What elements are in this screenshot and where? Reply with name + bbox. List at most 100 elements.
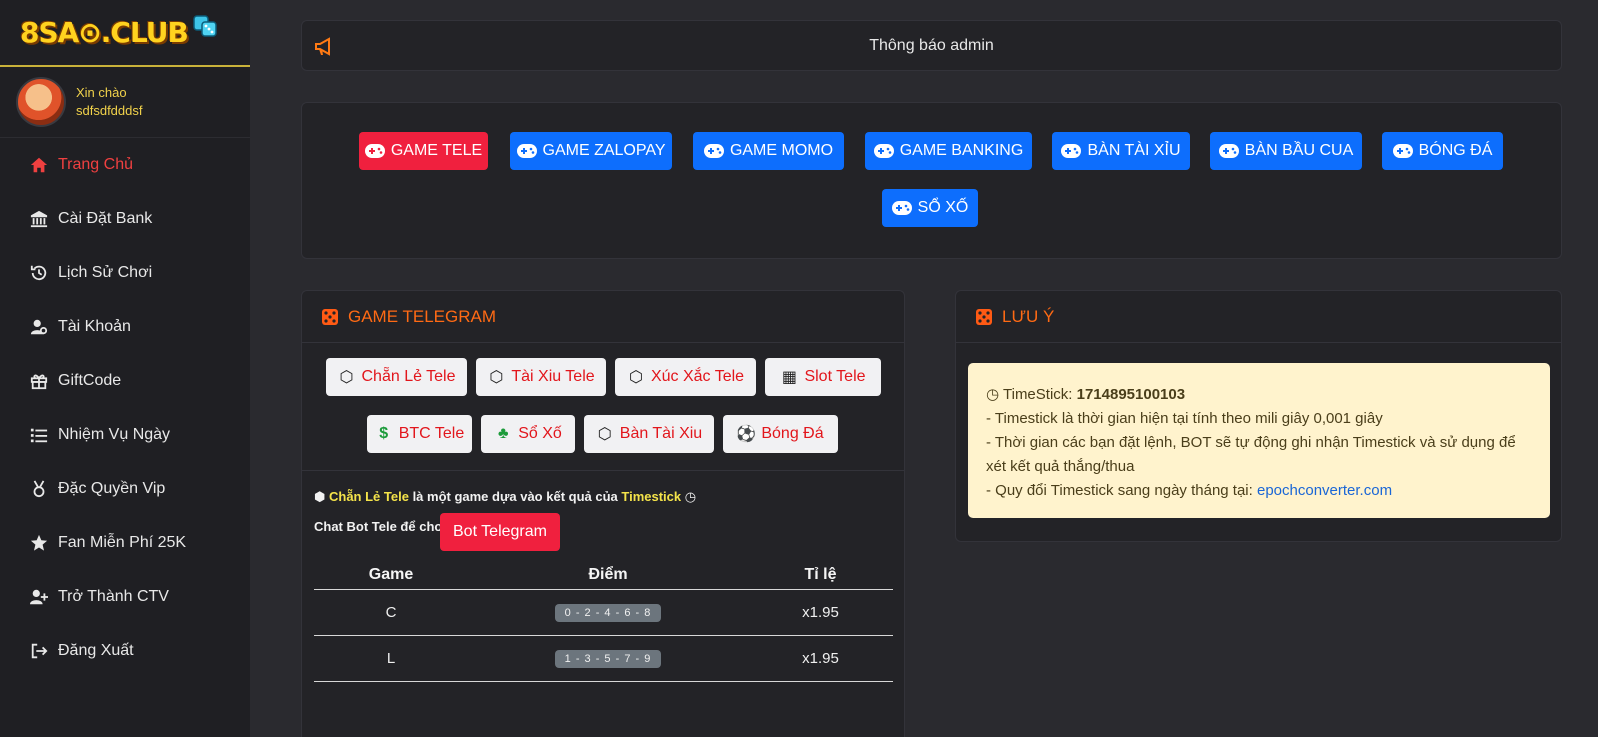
note-line-2: - Thời gian các bạn đặt lệnh, BOT sẽ tự … xyxy=(986,434,1516,475)
star-icon xyxy=(28,533,50,553)
greeting-text: Xin chào xyxy=(76,85,127,100)
logout-icon xyxy=(28,641,50,661)
game-cell: L xyxy=(314,635,468,682)
sidebar-item-label: Lịch Sử Chơi xyxy=(58,264,153,281)
bot-telegram-button[interactable]: Bot Telegram xyxy=(440,513,560,551)
divider xyxy=(302,470,904,471)
sidebar-item-label: Cài Đặt Bank xyxy=(58,210,153,227)
gift-icon xyxy=(28,371,50,391)
timestick-note: ◷ TimeStick: 1714895100103 - Timestick l… xyxy=(968,363,1550,518)
sidebar-item-label: Tài Khoản xyxy=(58,318,131,335)
chip-label: Xúc Xắc Tele xyxy=(650,368,745,385)
button-label: SỔ XỐ xyxy=(917,199,969,216)
chip-tai-xiu-tele[interactable]: ⬡ Tài Xiu Tele xyxy=(476,358,606,396)
sidebar-item-ctv[interactable]: Trở Thành CTV xyxy=(0,570,250,624)
admin-notice: Thông báo admin xyxy=(301,20,1562,71)
game-tele-button[interactable]: GAME TELE xyxy=(359,132,488,170)
game-momo-button[interactable]: GAME MOMO xyxy=(693,132,844,170)
button-label: GAME MOMO xyxy=(729,142,834,159)
button-label: GAME BANKING xyxy=(899,142,1024,159)
chat-bot-text: Chat Bot Tele để chơi xyxy=(314,519,448,534)
points-cell: 0 - 2 - 4 - 6 - 8 xyxy=(468,589,748,636)
chip-bong-da[interactable]: ⚽ Bóng Đá xyxy=(723,415,838,453)
gamepad-icon xyxy=(1218,144,1239,158)
dice-icon xyxy=(976,308,992,325)
sidebar-item-logout[interactable]: Đăng Xuất xyxy=(0,624,250,678)
chip-slot-tele[interactable]: ▦ Slot Tele xyxy=(765,358,881,396)
sidebar: 8SA⊙.CLUB Xin chào sdfsdfdddsf Trang Chủ… xyxy=(0,0,250,737)
timestick-value: 1714895100103 xyxy=(1076,386,1186,403)
chip-label: Tài Xiu Tele xyxy=(511,368,595,385)
chip-label: BTC Tele xyxy=(398,425,465,442)
chip-so-xo[interactable]: ♣ Sổ Xố xyxy=(481,415,575,453)
avatar[interactable] xyxy=(16,77,66,127)
gamepad-icon xyxy=(873,144,894,158)
sidebar-item-label: GiftCode xyxy=(58,372,122,389)
stopwatch-icon: ◷ xyxy=(684,489,697,504)
chip-label: Bóng Đá xyxy=(761,425,824,442)
button-label: BÀN BẦU CUA xyxy=(1244,142,1354,159)
soccer-icon: ⚽ xyxy=(736,426,757,443)
notice-title: Thông báo admin xyxy=(869,37,994,54)
bong-da-button[interactable]: BÓNG ĐÁ xyxy=(1382,132,1503,170)
epochconverter-link[interactable]: epochconverter.com xyxy=(1257,482,1392,499)
bank-icon xyxy=(28,209,50,229)
game-mode-buttons: GAME TELE GAME ZALOPAY GAME MOMO GAME BA… xyxy=(301,102,1562,259)
chip-ban-tai-xiu[interactable]: ⬡ Bàn Tài Xiu xyxy=(584,415,714,453)
button-label: BÓNG ĐÁ xyxy=(1418,142,1493,159)
sidebar-item-label: Đặc Quyền Vip xyxy=(58,480,166,497)
gamepad-icon xyxy=(1061,144,1082,158)
dollar-icon: $ xyxy=(379,425,389,442)
card-title: GAME TELEGRAM xyxy=(348,306,496,326)
sidebar-nav: Trang Chủ Cài Đặt Bank Lịch Sử Chơi Tài … xyxy=(0,138,250,678)
sidebar-item-daily-tasks[interactable]: Nhiệm Vụ Ngày xyxy=(0,408,250,462)
chip-chan-le-tele[interactable]: ⬡ Chẵn Lẻ Tele xyxy=(326,358,467,396)
button-label: GAME TELE xyxy=(390,142,483,159)
sidebar-item-label: Trang Chủ xyxy=(58,156,133,173)
desc-text: là một game dựa vào kết quả của xyxy=(412,489,618,504)
rate-cell: x1.95 xyxy=(748,635,893,682)
card-title: LƯU Ý xyxy=(1002,306,1055,326)
sidebar-item-vip[interactable]: Đặc Quyền Vip xyxy=(0,462,250,516)
chip-label: Slot Tele xyxy=(804,368,866,385)
dice-icon: ⬡ xyxy=(489,369,504,386)
gamepad-icon xyxy=(364,144,385,158)
gamepad-icon xyxy=(891,201,912,215)
chip-btc-tele[interactable]: $ BTC Tele xyxy=(367,415,472,453)
table-row: L 1 - 3 - 5 - 7 - 9 x1.95 xyxy=(314,635,893,682)
gamepad-icon xyxy=(1392,144,1413,158)
sidebar-item-home[interactable]: Trang Chủ xyxy=(0,138,250,192)
user-plus-icon xyxy=(28,587,50,607)
sidebar-item-giftcode[interactable]: GiftCode xyxy=(0,354,250,408)
ban-tai-xiu-button[interactable]: BÀN TÀI XỈU xyxy=(1052,132,1190,170)
column-header: Điểm xyxy=(468,561,748,590)
chip-label: Chẵn Lẻ Tele xyxy=(361,368,456,385)
sidebar-item-label: Trở Thành CTV xyxy=(58,588,169,605)
game-banking-button[interactable]: GAME BANKING xyxy=(865,132,1032,170)
sidebar-item-account[interactable]: Tài Khoản xyxy=(0,300,250,354)
so-xo-button[interactable]: SỔ XỐ xyxy=(882,189,978,227)
timestick-line: ◷ TimeStick: 1714895100103 xyxy=(986,383,1532,407)
rate-table: Game Điểm Tỉ lệ C 0 - 2 - 4 - 6 - 8 x1.9… xyxy=(314,561,893,682)
button-label: GAME ZALOPAY xyxy=(542,142,666,159)
sidebar-item-free-fan[interactable]: Fan Miễn Phí 25K xyxy=(0,516,250,570)
column-header: Tỉ lệ xyxy=(748,561,893,590)
dice-icon: ⬡ xyxy=(339,369,354,386)
dice-icon xyxy=(322,308,338,325)
game-zalopay-button[interactable]: GAME ZALOPAY xyxy=(510,132,672,170)
sidebar-item-history[interactable]: Lịch Sử Chơi xyxy=(0,246,250,300)
ban-bau-cua-button[interactable]: BÀN BẦU CUA xyxy=(1210,132,1362,170)
dice-icon: ⬢ xyxy=(314,489,326,504)
rate-cell: x1.95 xyxy=(748,589,893,636)
points-cell: 1 - 3 - 5 - 7 - 9 xyxy=(468,635,748,682)
sidebar-item-label: Fan Miễn Phí 25K xyxy=(58,534,187,551)
dice-icon: ⬡ xyxy=(597,426,612,443)
chip-label: Sổ Xố xyxy=(518,425,562,442)
dice-logo-icon xyxy=(193,14,217,37)
chip-xuc-xac-tele[interactable]: ⬡ Xúc Xắc Tele xyxy=(615,358,756,396)
card-header: LƯU Ý xyxy=(956,291,1561,343)
brand-logo[interactable]: 8SA⊙.CLUB xyxy=(0,0,250,67)
sidebar-item-bank[interactable]: Cài Đặt Bank xyxy=(0,192,250,246)
table-header-row: Game Điểm Tỉ lệ xyxy=(314,561,893,590)
game-telegram-card: GAME TELEGRAM ⬡ Chẵn Lẻ Tele ⬡ Tài Xiu T… xyxy=(301,290,905,737)
